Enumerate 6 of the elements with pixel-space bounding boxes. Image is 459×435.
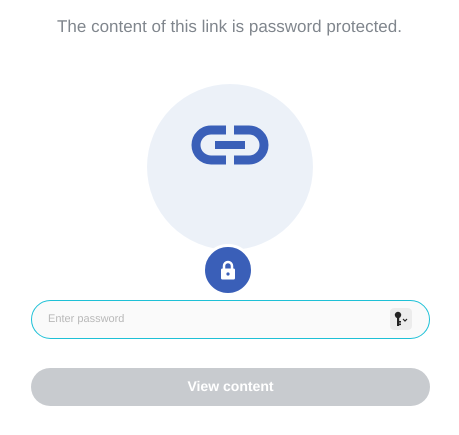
message-text: The content of this link is password protected. [56, 16, 403, 38]
password-field[interactable]: Enter password [31, 300, 430, 338]
link-icon [188, 124, 270, 166]
key-icon [393, 311, 409, 327]
lock-icon [220, 260, 236, 280]
key-dropdown-button[interactable] [390, 308, 412, 330]
